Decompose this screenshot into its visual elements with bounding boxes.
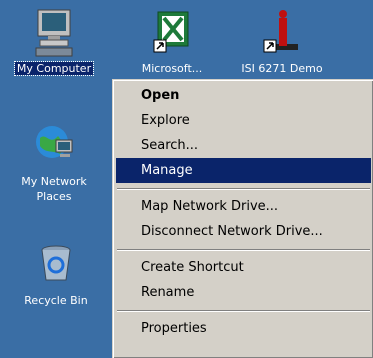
desktop-icon-my-computer[interactable]: My Computer [4,8,104,76]
menu-item-properties[interactable]: Properties [116,316,371,341]
menu-item-create-shortcut[interactable]: Create Shortcut [116,255,371,280]
menu-item-disconnect-network-drive[interactable]: Disconnect Network Drive... [116,219,371,244]
network-places-icon [36,126,73,158]
menu-separator [116,244,371,255]
desktop-icon-label: Recycle Bin [24,294,88,307]
desktop-icon-microsoft[interactable]: Microsoft... [122,8,222,75]
desktop-icon-recycle-bin[interactable]: Recycle Bin [6,240,106,307]
menu-item-manage[interactable]: Manage [116,158,371,183]
menu-separator [116,183,371,194]
menu-item-search[interactable]: Search... [116,133,371,158]
desktop-icon-label: My Computer [13,61,95,76]
desktop-icon-label: My Network Places [4,174,104,204]
menu-item-explore[interactable]: Explore [116,108,371,133]
menu-item-open[interactable]: Open [116,83,371,108]
desktop-icon-isi-demo[interactable]: ISI 6271 Demo [232,8,332,75]
recycle-bin-icon [41,245,71,281]
menu-separator [116,305,371,316]
desktop-icon-label: Microsoft... [141,62,203,75]
desktop-icon-network-places[interactable]: My Network Places [4,120,104,204]
excel-icon [153,11,189,53]
context-menu: Open Explore Search... Manage Map Networ… [112,79,373,358]
desktop-icon-label-line: Places [36,190,72,203]
desktop-icon-label: ISI 6271 Demo [241,62,323,75]
menu-item-map-network-drive[interactable]: Map Network Drive... [116,194,371,219]
demo-shortcut-icon [263,10,298,53]
desktop-icon-label-line: My Network [21,175,87,188]
menu-item-rename[interactable]: Rename [116,280,371,305]
computer-icon [35,9,73,57]
